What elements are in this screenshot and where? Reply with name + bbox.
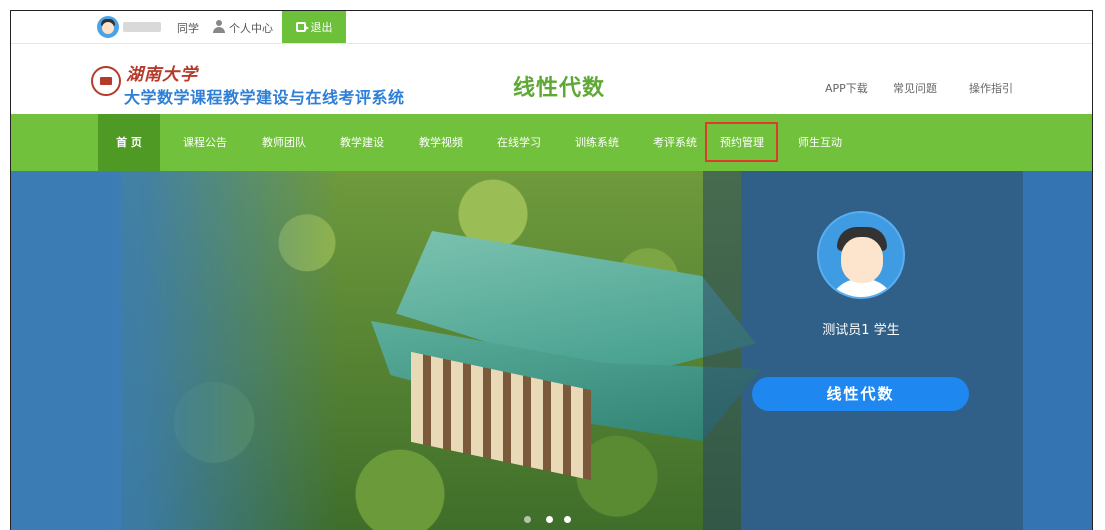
- university-name: 湖南大学: [126, 65, 198, 85]
- app-download-link[interactable]: APP下载: [825, 80, 868, 96]
- nav-interaction[interactable]: 师生互动: [785, 114, 855, 171]
- nav-announcements[interactable]: 课程公告: [170, 114, 240, 171]
- main-nav: 首 页 课程公告 教师团队 教学建设 教学视频 在线学习 训练系统 考评系统 预…: [11, 114, 1092, 171]
- highlight-box: [705, 122, 778, 162]
- nav-teaching-video[interactable]: 教学视频: [406, 114, 476, 171]
- person-icon: [213, 20, 225, 33]
- carousel-dot[interactable]: [546, 516, 553, 523]
- university-seal-icon: [91, 66, 121, 96]
- user-name-redacted: [123, 22, 161, 32]
- hero-banner: 测试员1 学生 线性代数: [11, 171, 1092, 530]
- carousel-dot[interactable]: [524, 516, 531, 523]
- nav-teacher-team[interactable]: 教师团队: [249, 114, 319, 171]
- logout-icon: [295, 22, 309, 32]
- system-name[interactable]: 大学数学课程教学建设与在线考评系统: [124, 84, 405, 108]
- logout-label: 退出: [310, 21, 333, 34]
- user-bar: 同学 个人中心 退出: [11, 11, 1092, 44]
- carousel-dot[interactable]: [564, 516, 571, 523]
- nav-exam-system[interactable]: 考评系统: [640, 114, 710, 171]
- course-button[interactable]: 线性代数: [752, 377, 969, 411]
- nav-home[interactable]: 首 页: [98, 114, 160, 171]
- banner-edge: [1023, 171, 1092, 530]
- course-title: 线性代数: [513, 76, 606, 101]
- nav-training-system[interactable]: 训练系统: [562, 114, 632, 171]
- header: 湖南大学 大学数学课程教学建设与在线考评系统 线性代数 APP下载 常见问题 操…: [11, 44, 1092, 114]
- profile-link[interactable]: 个人中心: [229, 20, 273, 36]
- faq-link[interactable]: 常见问题: [893, 80, 937, 96]
- banner-fade: [11, 171, 341, 530]
- guide-link[interactable]: 操作指引: [969, 80, 1013, 96]
- student-avatar: [817, 211, 905, 299]
- user-role-label: 同学: [177, 22, 199, 35]
- page-frame: 同学 个人中心 退出 湖南大学 大学数学课程教学建设与在线考评系统 线性代数 A…: [10, 10, 1093, 530]
- logout-button[interactable]: 退出: [282, 11, 346, 43]
- nav-online-learning[interactable]: 在线学习: [484, 114, 554, 171]
- user-avatar[interactable]: [97, 16, 119, 38]
- nav-teaching-construction[interactable]: 教学建设: [327, 114, 397, 171]
- student-name: 测试员1 学生: [822, 323, 900, 338]
